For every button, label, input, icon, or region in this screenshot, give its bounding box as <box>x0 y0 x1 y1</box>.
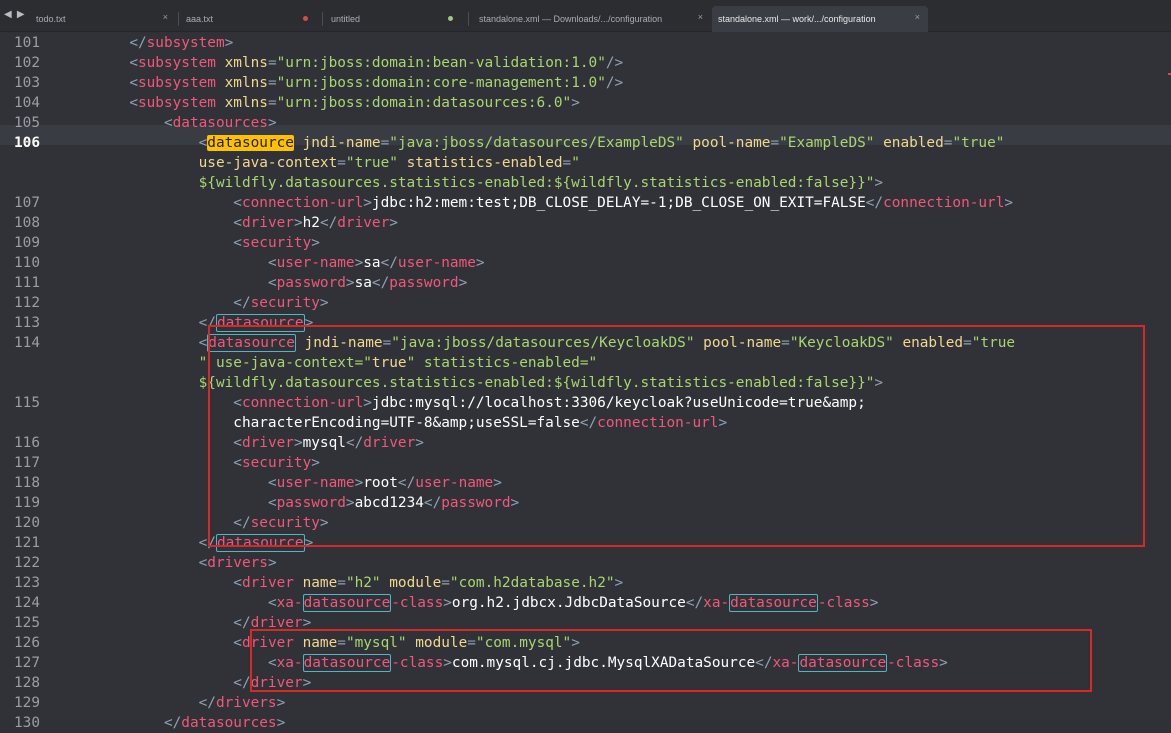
highlight-box-keycloak-datasource <box>208 325 1145 547</box>
code-text: use-java-context="true" statistics-enabl… <box>198 155 580 171</box>
line-number: 127 <box>14 655 40 671</box>
line-number: 105 <box>14 115 40 131</box>
tab-untitled[interactable]: untitled <box>325 6 465 32</box>
tab-label: standalone.xml — work/.../configuration <box>718 14 876 24</box>
modified-dot-icon <box>448 16 453 21</box>
line-number: 122 <box>14 555 40 571</box>
line-number: 123 <box>14 575 40 591</box>
line-number: 110 <box>14 255 40 271</box>
unsaved-dot-icon <box>303 16 308 21</box>
line-number: 116 <box>14 435 40 451</box>
line-number: 117 <box>14 455 40 471</box>
code-text: <password>sa</password> <box>267 275 468 291</box>
line-number: 104 <box>14 95 40 111</box>
line-number: 118 <box>14 475 40 491</box>
search-match: datasource <box>302 594 392 612</box>
line-number: 121 <box>14 535 40 551</box>
code-text: </datasources> <box>163 715 286 731</box>
line-number: 130 <box>14 715 40 731</box>
tab-standalone-downloads[interactable]: standalone.xml — Downloads/.../configura… <box>473 6 711 32</box>
search-match: datasource <box>207 135 294 151</box>
code-text: </security> <box>233 295 329 311</box>
tab-label: untitled <box>331 14 361 24</box>
line-number: 119 <box>14 495 40 511</box>
line-number: 128 <box>14 675 40 691</box>
code-text: <driver name="h2" module="com.h2database… <box>233 575 624 591</box>
line-number: 103 <box>14 75 40 91</box>
tab-separator <box>322 12 323 26</box>
tab-separator <box>178 12 179 26</box>
tab-separator <box>468 12 469 26</box>
tab-bar: ◀ ▶ todo.txt × aaa.txt untitled standalo… <box>0 0 1171 32</box>
line-number: 120 <box>14 515 40 531</box>
code-editor[interactable]: 101 </subsystem> 102 <subsystem xmlns="ur… <box>0 33 1171 731</box>
line-number: 125 <box>14 615 40 631</box>
code-text: <datasources> <box>163 115 277 131</box>
line-number: 111 <box>14 275 40 291</box>
code-text: <subsystem xmlns="urn:jboss:domain:core-… <box>129 75 624 91</box>
tab-nav-arrows[interactable]: ◀ ▶ <box>4 9 26 20</box>
line-number: 126 <box>14 635 40 651</box>
highlight-box-mysql-driver <box>250 629 1092 692</box>
code-text: <security> <box>233 235 320 251</box>
line-number: 109 <box>14 235 40 251</box>
code-text: </subsystem> <box>129 35 234 51</box>
close-icon[interactable]: × <box>698 12 703 22</box>
line-number: 112 <box>14 295 40 311</box>
line-number: 107 <box>14 195 40 211</box>
tab-label: todo.txt <box>36 14 66 24</box>
line-number: 115 <box>14 395 40 411</box>
search-match: datasource <box>729 594 818 612</box>
tab-todo[interactable]: todo.txt × <box>30 6 176 32</box>
code-text: <user-name>sa</user-name> <box>267 255 485 271</box>
line-number: 106 <box>14 135 40 151</box>
code-text: <driver>h2</driver> <box>233 215 398 231</box>
code-text: <subsystem xmlns="urn:jboss:domain:bean-… <box>129 55 624 71</box>
line-number: 113 <box>14 315 40 331</box>
code-text: <connection-url>jdbc:h2:mem:test;DB_CLOS… <box>233 195 1014 211</box>
code-text: ${wildfly.datasources.statistics-enabled… <box>198 175 884 191</box>
tab-label: aaa.txt <box>186 14 214 24</box>
code-text: <xa-datasource-class>org.h2.jdbcx.JdbcDa… <box>267 594 879 612</box>
line-number: 129 <box>14 695 40 711</box>
line-number: 101 <box>14 35 40 51</box>
line-number: 102 <box>14 55 40 71</box>
line-number: 124 <box>14 595 40 611</box>
code-text: <subsystem xmlns="urn:jboss:domain:datas… <box>129 95 580 111</box>
code-text: </drivers> <box>198 695 286 711</box>
code-text: <datasource jndi-name="java:jboss/dataso… <box>198 135 1005 151</box>
code-text: <drivers> <box>198 555 277 571</box>
line-number: 108 <box>14 215 40 231</box>
close-icon[interactable]: × <box>915 12 920 22</box>
tab-label: standalone.xml — Downloads/.../configura… <box>479 14 663 24</box>
tab-aaa[interactable]: aaa.txt <box>180 6 320 32</box>
tab-standalone-work[interactable]: standalone.xml — work/.../configuration … <box>712 6 928 32</box>
close-icon[interactable]: × <box>163 12 168 22</box>
line-number: 114 <box>14 335 40 351</box>
